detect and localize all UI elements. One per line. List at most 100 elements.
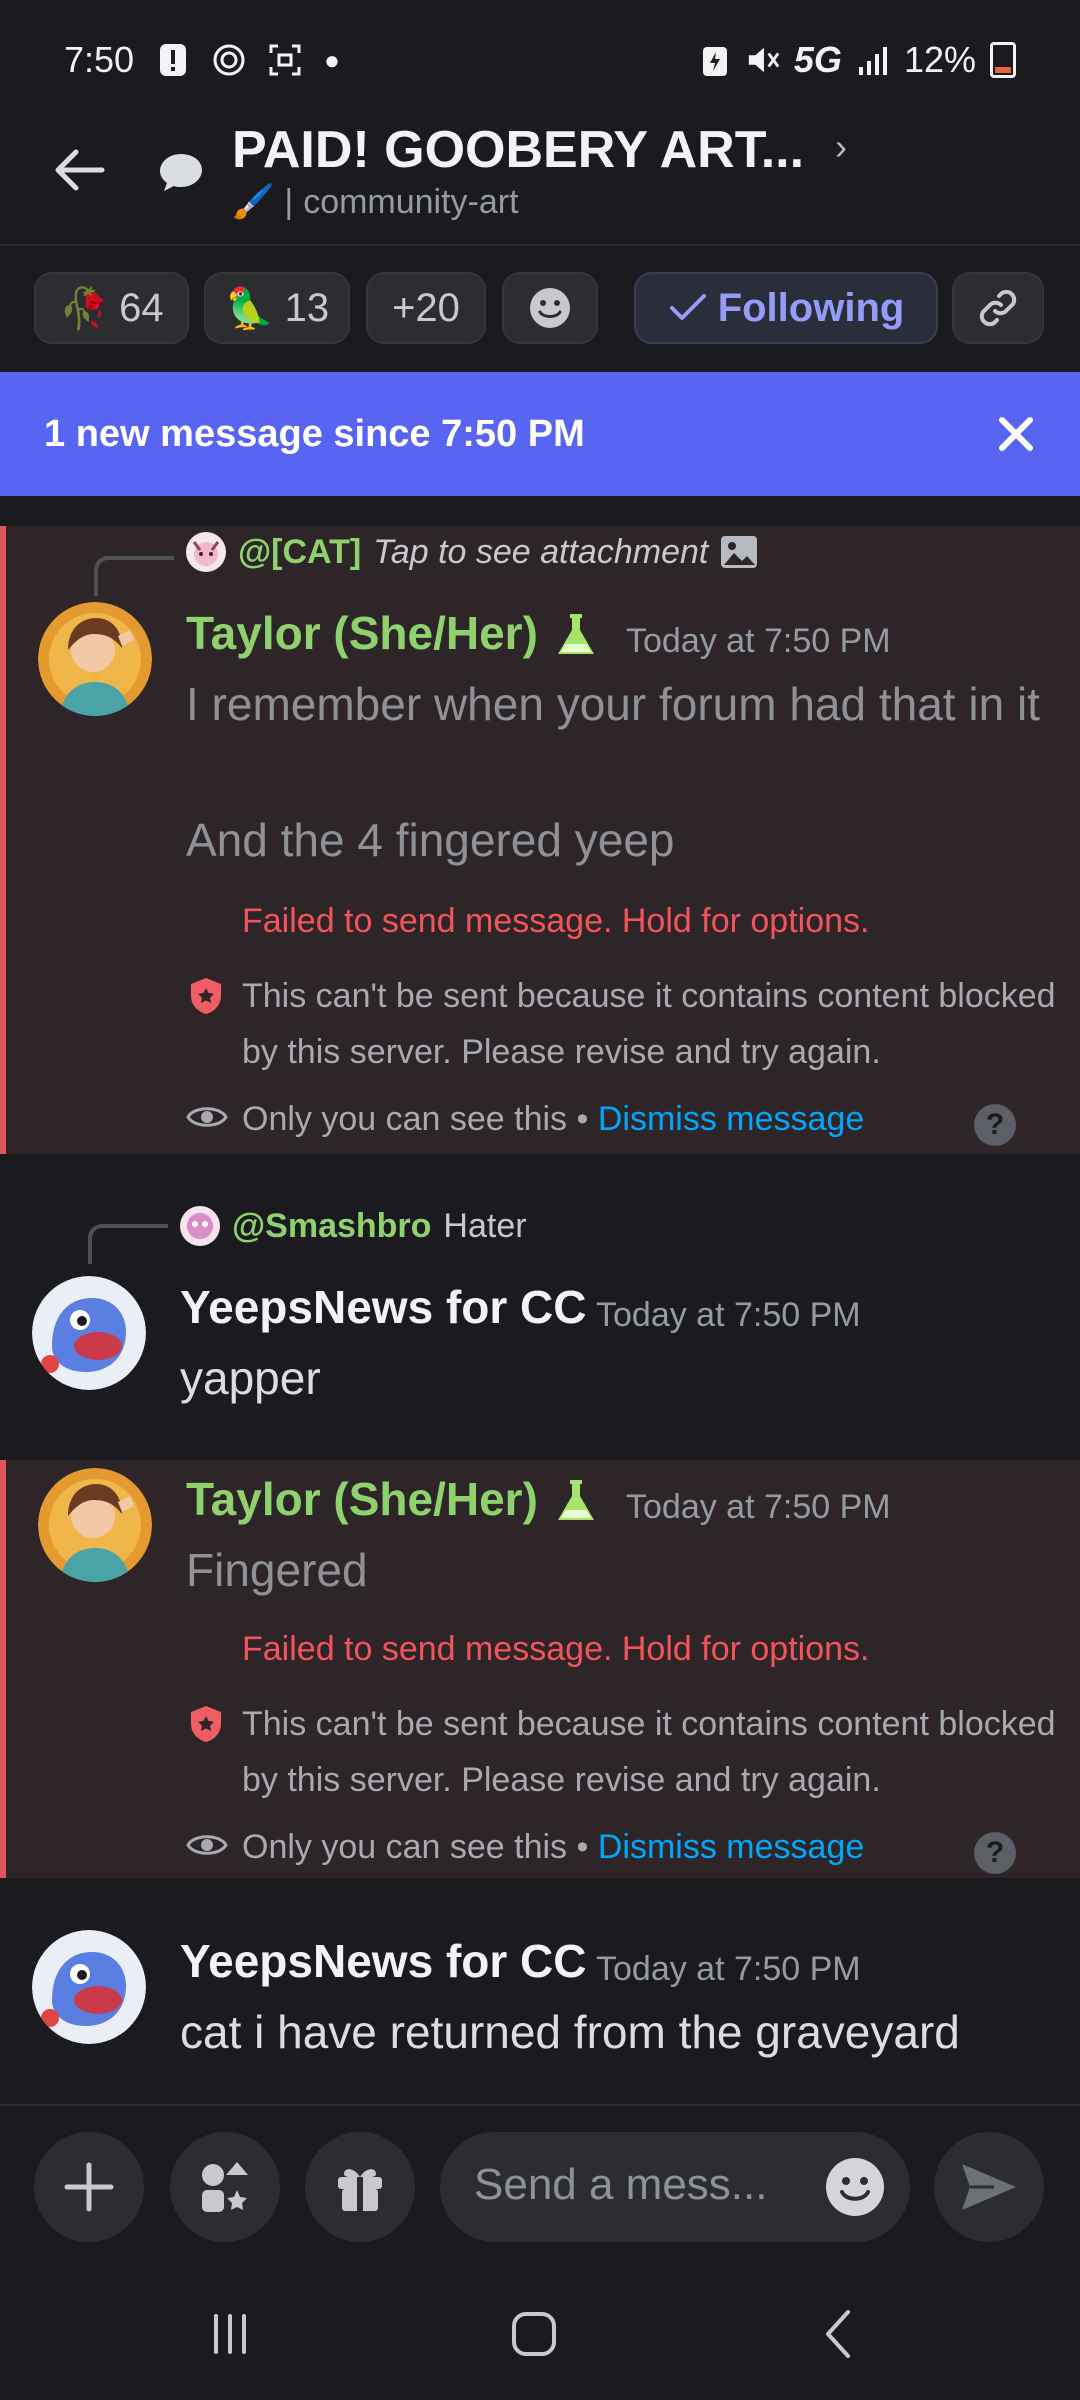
reaction-emoji: 🦜: [224, 286, 275, 331]
apps-button[interactable]: [170, 2132, 280, 2242]
copy-link-button[interactable]: [952, 272, 1044, 344]
battery-percent: 12%: [903, 39, 976, 80]
send-failed-text[interactable]: Failed to send message. Hold for options…: [242, 1630, 869, 1669]
message-input[interactable]: Send a mess...: [440, 2132, 910, 2242]
send-failed-text[interactable]: Failed to send message. Hold for options…: [242, 902, 869, 941]
reply-connector: [94, 556, 174, 596]
message-timestamp: Today at 7:50 PM: [626, 622, 891, 660]
author-name[interactable]: Taylor (She/Her): [186, 1472, 538, 1526]
shield-icon: [191, 1706, 221, 1742]
reaction-chip[interactable]: 🥀 64: [34, 272, 189, 344]
following-button[interactable]: Following: [634, 272, 938, 344]
channel-name: community-art: [303, 182, 519, 221]
divider: [0, 244, 1080, 246]
message-timestamp: Today at 7:50 PM: [626, 1488, 891, 1526]
status-time: 7:50: [64, 39, 135, 80]
bullet: •: [576, 1828, 598, 1866]
reaction-count: 13: [284, 285, 330, 330]
dismiss-message-link[interactable]: Dismiss message: [598, 1100, 864, 1138]
message-text: I remember when your forum had that in i…: [186, 678, 1040, 730]
dismiss-message-link[interactable]: Dismiss message: [598, 1828, 864, 1866]
eye-icon: [186, 1107, 228, 1127]
battery-icon: [990, 42, 1016, 78]
gift-button[interactable]: [305, 2132, 415, 2242]
signal-icon: [856, 43, 890, 77]
system-nav-bar: [0, 2264, 1080, 2400]
avatar: [180, 1206, 220, 1246]
author-name[interactable]: YeepsNews for CC: [180, 1934, 586, 1988]
arrow-left-icon: [55, 149, 105, 191]
image-icon: [721, 536, 758, 568]
reaction-count: +20: [392, 285, 460, 330]
flask-icon: [558, 614, 594, 654]
reply-author: @Smashbro: [232, 1206, 432, 1245]
more-reactions-chip[interactable]: +20: [366, 272, 486, 344]
reaction-count: 64: [119, 285, 164, 330]
add-reaction-button[interactable]: [502, 272, 598, 344]
mute-icon: [746, 43, 780, 77]
message-failed[interactable]: Taylor (She/Her) Today at 7:50 PM Finger…: [0, 1460, 1080, 1878]
help-icon[interactable]: ?: [974, 1104, 1016, 1146]
ephemeral-notice: Only you can see this • Dismiss message: [242, 1828, 864, 1867]
message[interactable]: @Smashbro Hater YeepsNews for CC Today a…: [0, 1154, 1080, 1450]
message-timestamp: Today at 7:50 PM: [596, 1296, 861, 1334]
eye-icon: [186, 1835, 228, 1855]
alert-icon: [156, 43, 190, 77]
avatar[interactable]: [38, 1468, 152, 1582]
message-text: And the 4 fingered yeep: [186, 814, 675, 866]
message-composer: Send a mess...: [0, 2104, 1080, 2264]
ephemeral-notice: Only you can see this • Dismiss message: [242, 1100, 864, 1139]
only-you-text: Only you can see this: [242, 1100, 568, 1138]
message-timestamp: Today at 7:50 PM: [596, 1950, 861, 1988]
message[interactable]: YeepsNews for CC Today at 7:50 PM cat i …: [0, 1920, 1080, 2070]
channel-header: PAID! GOOBERY ART... › 🖌️ | community-ar…: [0, 120, 1080, 245]
message-input-placeholder: Send a mess...: [474, 2160, 768, 2209]
emoji-picker-icon[interactable]: [824, 2156, 886, 2218]
check-icon: [669, 294, 706, 320]
chevron-right-icon[interactable]: ›: [835, 126, 847, 168]
following-label: Following: [717, 285, 905, 330]
author-name[interactable]: Taylor (She/Her): [186, 606, 538, 660]
reaction-chip[interactable]: 🦜 13: [204, 272, 350, 344]
status-bar: 7:50 ● 5G 12%: [0, 0, 1080, 120]
chat-bubble-icon: [158, 152, 204, 192]
emoji-smile-icon: [530, 288, 570, 328]
only-you-text: Only you can see this: [242, 1828, 568, 1866]
channel-subtitle: 🖌️ | community-art: [232, 182, 519, 222]
apps-icon: [202, 2162, 248, 2212]
reply-preview[interactable]: @Smashbro Hater: [180, 1206, 527, 1246]
banner-text: 1 new message since 7:50 PM: [44, 412, 585, 455]
message-text: cat i have returned from the graveyard: [180, 2006, 960, 2058]
thread-title[interactable]: PAID! GOOBERY ART...: [232, 120, 804, 180]
new-messages-banner[interactable]: 1 new message since 7:50 PM: [0, 372, 1080, 496]
bullet: •: [576, 1100, 598, 1138]
recent-apps-icon[interactable]: [200, 2304, 260, 2364]
gift-icon: [338, 2169, 382, 2211]
author-name[interactable]: YeepsNews for CC: [180, 1280, 586, 1334]
send-button[interactable]: [934, 2132, 1044, 2242]
shield-icon: [191, 978, 221, 1014]
reaction-emoji: 🥀: [59, 286, 110, 331]
back-nav-icon[interactable]: [810, 2304, 870, 2364]
avatar: [186, 532, 226, 572]
plus-icon: [64, 2162, 114, 2212]
reaction-bar: 🥀 64 🦜 13 +20 Following: [0, 272, 1080, 348]
flask-icon: [558, 1480, 594, 1520]
avatar[interactable]: [32, 1276, 146, 1390]
back-button[interactable]: [50, 140, 110, 200]
blocked-content-notice: This can't be sent because it contains c…: [242, 1705, 1056, 1799]
message-text: yapper: [180, 1352, 321, 1404]
reply-preview[interactable]: @[CAT] Tap to see attachment: [186, 532, 758, 572]
send-icon: [962, 2164, 1016, 2210]
reply-author: @[CAT]: [238, 532, 362, 571]
avatar[interactable]: [38, 602, 152, 716]
help-icon[interactable]: ?: [974, 1832, 1016, 1874]
at-sign-icon: [212, 43, 246, 77]
add-attachment-button[interactable]: [34, 2132, 144, 2242]
message-failed[interactable]: @[CAT] Tap to see attachment Taylor (She…: [0, 526, 1080, 1154]
avatar[interactable]: [32, 1930, 146, 2044]
close-icon[interactable]: [992, 410, 1040, 458]
screenshot-icon: [268, 43, 302, 77]
home-icon[interactable]: [504, 2304, 564, 2364]
network-label: 5G: [793, 39, 842, 80]
